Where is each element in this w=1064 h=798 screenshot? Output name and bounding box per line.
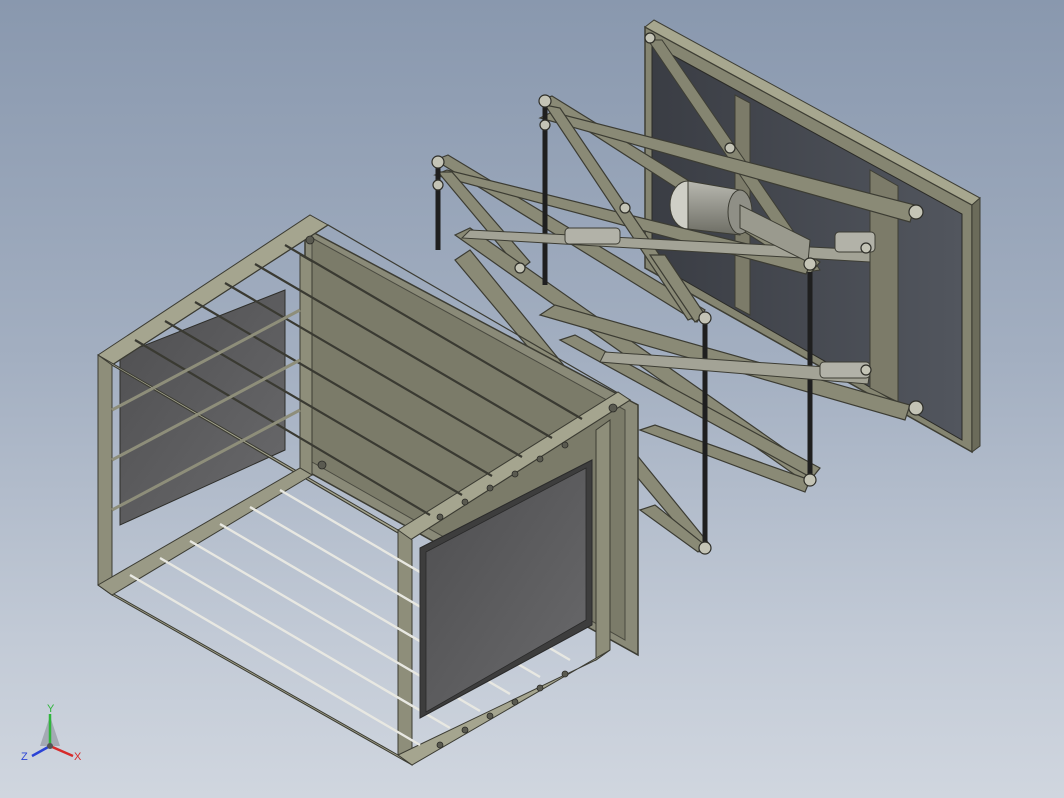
solar-cage-assembly-model[interactable] — [0, 0, 1064, 798]
x-axis-arrow — [49, 744, 74, 758]
coordinate-triad: Y X Z — [21, 703, 82, 763]
x-axis-label: X — [74, 751, 82, 763]
z-axis-label: Z — [21, 751, 28, 763]
y-axis-label: Y — [47, 703, 55, 715]
cad-graphics-viewport[interactable]: Y X Z — [0, 0, 1064, 798]
z-axis-arrow — [31, 744, 51, 758]
triad-origin — [47, 743, 53, 749]
